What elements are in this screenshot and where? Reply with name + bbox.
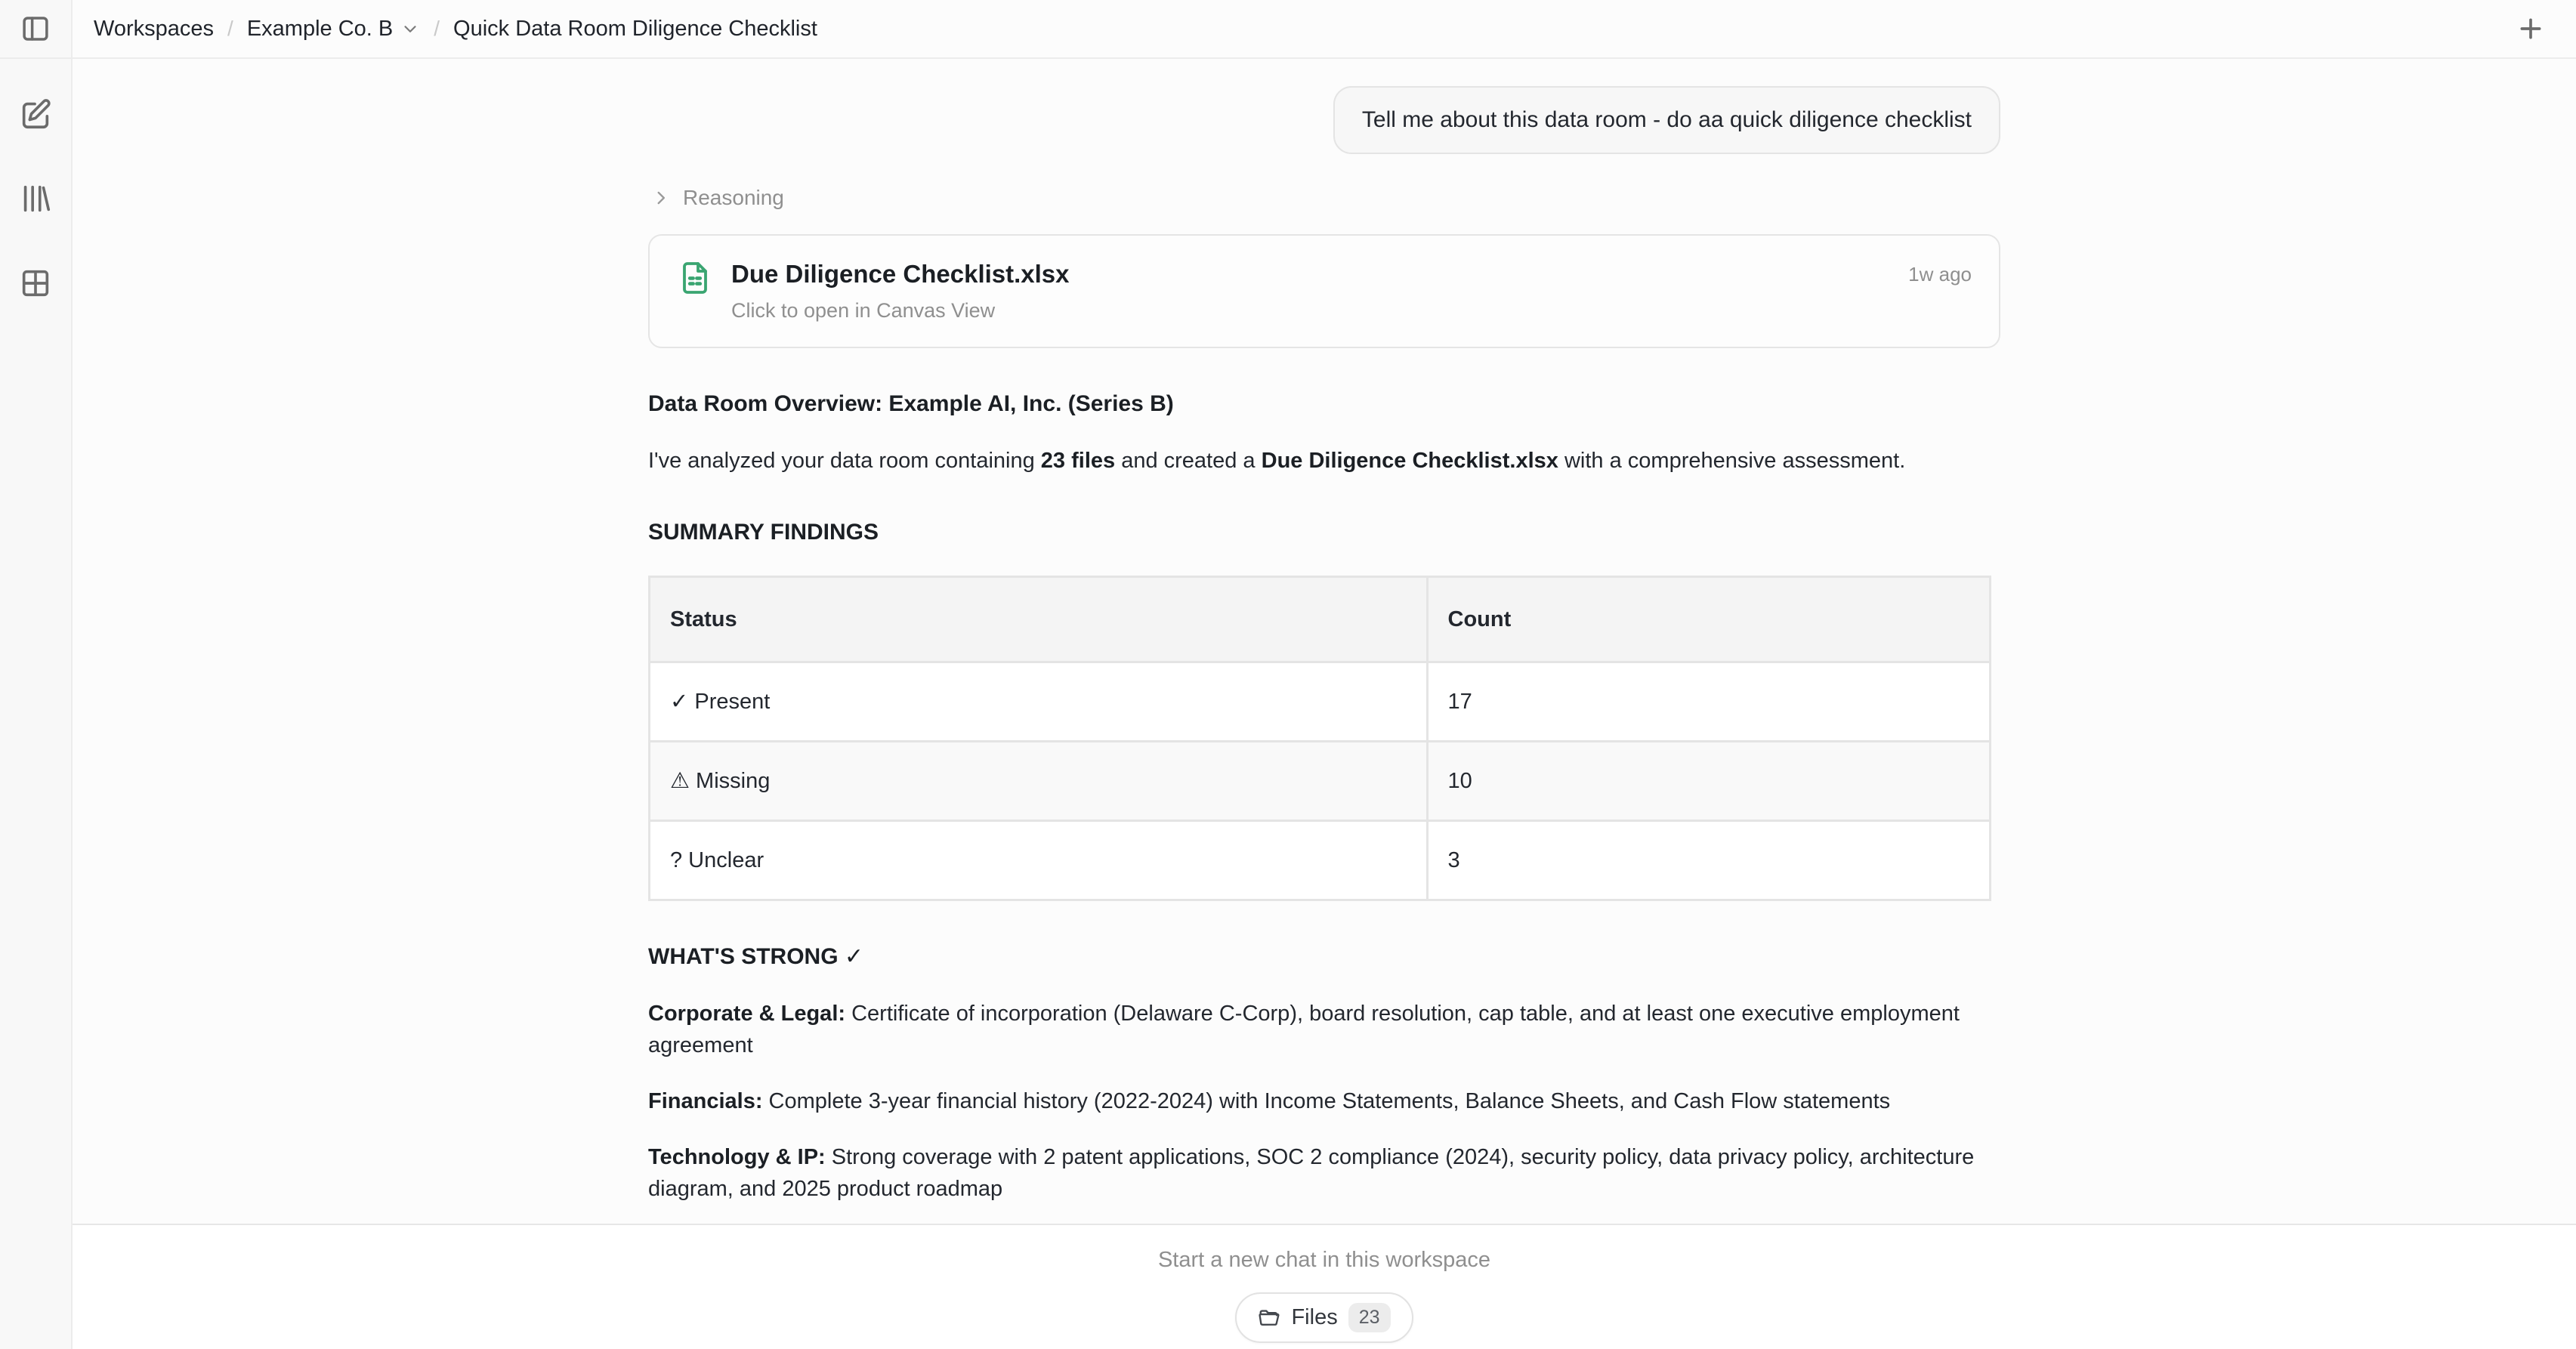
new-chat-hint: Start a new chat in this workspace [1158, 1248, 1490, 1273]
strong-item-technology: Technology & IP: Strong coverage with 2 … [648, 1141, 2000, 1205]
file-attachment-card[interactable]: Due Diligence Checklist.xlsx Click to op… [648, 234, 2000, 348]
files-button[interactable]: Files 23 [1235, 1292, 1413, 1343]
top-header: Workspaces / Example Co. B / Quick Data … [0, 0, 2576, 59]
whats-strong-heading: WHAT'S STRONG ✓ [648, 940, 2000, 974]
file-timestamp: 1w ago [1908, 260, 1972, 286]
table-row: ✓ Present 17 [650, 662, 1991, 742]
summary-findings-heading: SUMMARY FINDINGS [648, 516, 2000, 549]
reasoning-label: Reasoning [683, 186, 784, 210]
bottom-bar: Start a new chat in this workspace Files… [73, 1224, 2576, 1349]
user-message-bubble: Tell me about this data room - do aa qui… [1333, 86, 2000, 154]
breadcrumb-label: Quick Data Room Diligence Checklist [453, 17, 817, 42]
breadcrumb-label: Workspaces [94, 17, 214, 42]
status-column-header: Status [650, 577, 1428, 662]
folder-icon [1258, 1307, 1280, 1329]
assistant-message: Data Room Overview: Example AI, Inc. (Se… [648, 348, 2000, 1224]
panel-left-icon [20, 13, 51, 45]
compose-icon [18, 97, 53, 131]
files-button-label: Files [1291, 1305, 1337, 1330]
count-cell: 3 [1427, 821, 1991, 900]
chevron-down-icon [400, 19, 420, 39]
grid-icon [18, 266, 53, 301]
breadcrumb-workspaces[interactable]: Workspaces [94, 17, 214, 42]
table-header-row: Status Count [650, 577, 1991, 662]
sidebar-item-workspaces[interactable] [18, 266, 53, 301]
table-row: ⚠ Missing 10 [650, 742, 1991, 821]
sidebar-header-cell [0, 0, 73, 57]
file-card-hint: Click to open in Canvas View [731, 299, 1890, 323]
count-cell: 17 [1427, 662, 1991, 742]
strong-item-financials: Financials: Complete 3-year financial hi… [648, 1085, 2000, 1117]
plus-icon [2516, 14, 2546, 44]
status-cell: ? Unclear [650, 821, 1428, 900]
status-cell: ⚠ Missing [650, 742, 1428, 821]
sidebar-item-library[interactable] [18, 181, 53, 216]
breadcrumb-separator: / [227, 17, 233, 41]
breadcrumb-separator: / [434, 17, 440, 41]
status-cell: ✓ Present [650, 662, 1428, 742]
summary-table: Status Count ✓ Present 17 ⚠ Missing [648, 576, 1991, 901]
sidebar-toggle-button[interactable] [20, 13, 51, 45]
breadcrumb-current-page: Quick Data Room Diligence Checklist [453, 17, 817, 42]
chevron-right-icon [651, 188, 671, 208]
new-chat-button[interactable] [2516, 14, 2546, 44]
table-row: ? Unclear 3 [650, 821, 1991, 900]
spreadsheet-file-icon [677, 260, 713, 296]
reasoning-toggle[interactable]: Reasoning [648, 186, 2000, 210]
overview-heading: Data Room Overview: Example AI, Inc. (Se… [648, 387, 2000, 421]
sidebar-item-new-chat[interactable] [18, 97, 53, 131]
user-message-text: Tell me about this data room - do aa qui… [1362, 107, 1972, 132]
count-cell: 10 [1427, 742, 1991, 821]
file-name: Due Diligence Checklist.xlsx [731, 260, 1890, 289]
intro-paragraph: I've analyzed your data room containing … [648, 445, 2000, 477]
strong-item-corporate: Corporate & Legal: Certificate of incorp… [648, 998, 2000, 1061]
breadcrumb-workspace-name[interactable]: Example Co. B [247, 17, 420, 42]
count-column-header: Count [1427, 577, 1991, 662]
left-sidebar [0, 59, 73, 1349]
chat-column: Tell me about this data room - do aa qui… [648, 59, 2000, 1224]
files-count-badge: 23 [1348, 1303, 1391, 1332]
breadcrumb-label: Example Co. B [247, 17, 393, 42]
breadcrumb: Workspaces / Example Co. B / Quick Data … [73, 17, 817, 42]
file-card-text: Due Diligence Checklist.xlsx Click to op… [731, 260, 1890, 323]
chat-scroll-area[interactable]: Tell me about this data room - do aa qui… [73, 59, 2576, 1224]
main-panel: Tell me about this data room - do aa qui… [73, 59, 2576, 1349]
library-icon [18, 181, 53, 216]
app-body: Tell me about this data room - do aa qui… [0, 59, 2576, 1349]
